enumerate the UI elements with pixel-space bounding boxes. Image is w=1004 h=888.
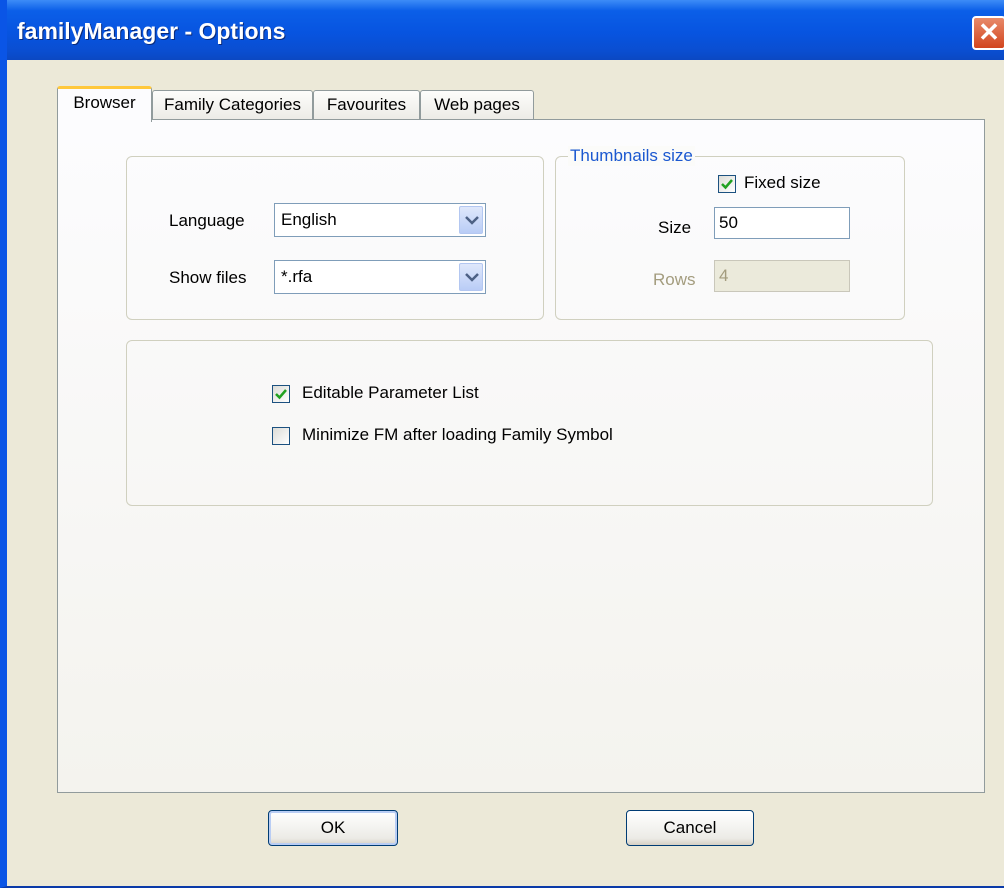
language-label: Language <box>169 211 245 230</box>
thumbnails-size-group: Thumbnails size Fixed size Size Rows <box>555 146 905 320</box>
tab-browser[interactable]: Browser <box>57 86 152 122</box>
language-value: English <box>281 210 337 229</box>
title-bar[interactable]: familyManager - Options ✕ <box>7 0 1004 60</box>
editable-parameter-list-label: Editable Parameter List <box>302 383 479 402</box>
rows-input <box>719 265 843 287</box>
thumbnails-size-title: Thumbnails size <box>568 146 695 166</box>
tab-family-categories[interactable]: Family Categories <box>152 90 313 120</box>
minimize-fm-checkbox[interactable] <box>272 427 290 445</box>
browser-tab-panel: Language English Show files *.rfa Thumbn… <box>57 119 985 793</box>
browser-options-group: Editable Parameter List Minimize FM afte… <box>126 340 933 506</box>
chevron-down-icon <box>465 273 479 282</box>
checkmark-icon <box>275 389 287 400</box>
rows-input-box <box>714 260 850 292</box>
fixed-size-label: Fixed size <box>744 173 821 192</box>
ok-button[interactable]: OK <box>268 810 398 846</box>
fixed-size-checkbox[interactable] <box>718 175 736 193</box>
language-select[interactable]: English <box>274 203 486 237</box>
show-files-dropdown-button[interactable] <box>459 263 483 291</box>
close-icon: ✕ <box>978 17 1000 47</box>
tab-favourites[interactable]: Favourites <box>313 90 420 120</box>
rows-label: Rows <box>653 270 696 289</box>
show-files-select[interactable]: *.rfa <box>274 260 486 294</box>
window-title: familyManager - Options <box>17 18 286 44</box>
editable-parameter-list-checkbox[interactable] <box>272 385 290 403</box>
minimize-fm-label: Minimize FM after loading Family Symbol <box>302 425 613 444</box>
checkmark-icon <box>721 179 733 190</box>
file-settings-group: Language English Show files *.rfa <box>126 156 544 320</box>
size-input[interactable] <box>719 212 843 234</box>
show-files-value: *.rfa <box>281 267 313 286</box>
chevron-down-icon <box>465 216 479 225</box>
close-button[interactable]: ✕ <box>972 16 1004 50</box>
size-input-box <box>714 207 850 239</box>
show-files-label: Show files <box>169 268 247 287</box>
cancel-button[interactable]: Cancel <box>626 810 754 846</box>
tab-web-pages[interactable]: Web pages <box>420 90 534 120</box>
language-dropdown-button[interactable] <box>459 206 483 234</box>
size-label: Size <box>658 218 692 237</box>
options-dialog: familyManager - Options ✕ Browser Family… <box>0 0 1004 888</box>
